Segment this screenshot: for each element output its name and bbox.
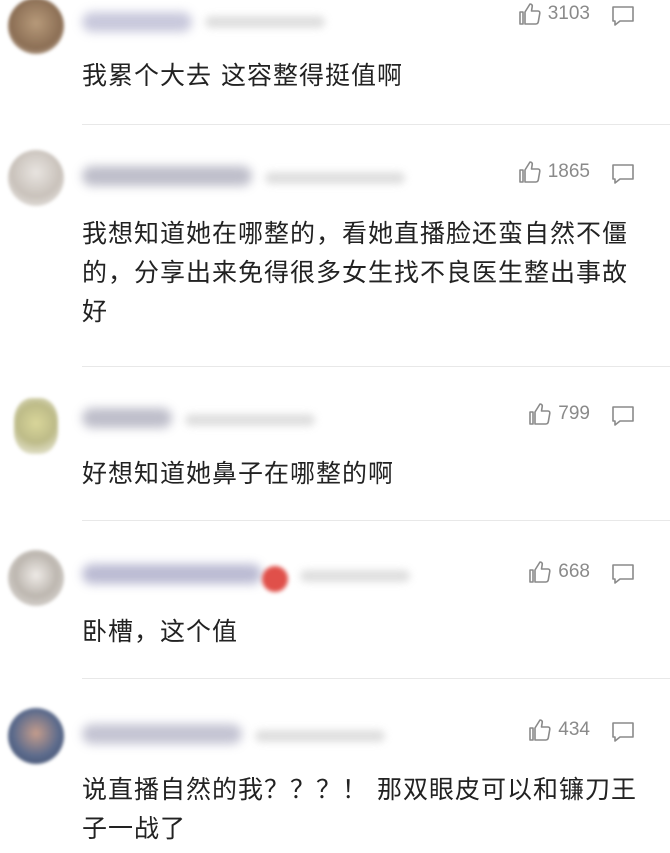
comment-list: 3103 我累个大去 这容整得挺值啊 1865 我想知道她在哪整的，看她直播脸还… xyxy=(0,0,670,853)
thumbs-up-icon xyxy=(529,561,551,583)
comment-icon[interactable] xyxy=(610,404,636,428)
username-blurred[interactable] xyxy=(82,408,172,428)
divider xyxy=(82,678,670,679)
timestamp-blurred xyxy=(205,16,325,28)
like-button[interactable]: 434 xyxy=(528,718,590,742)
timestamp-blurred xyxy=(265,172,405,184)
comment-text: 我累个大去 这容整得挺值啊 xyxy=(82,61,403,90)
thumbs-up-icon xyxy=(518,3,541,25)
like-button[interactable]: 668 xyxy=(528,560,590,584)
comment-icon[interactable] xyxy=(610,162,636,186)
avatar[interactable] xyxy=(14,398,58,454)
timestamp-blurred xyxy=(300,570,410,582)
avatar[interactable] xyxy=(8,0,64,54)
comment-icon[interactable] xyxy=(610,720,636,744)
avatar[interactable] xyxy=(8,708,64,764)
timestamp-blurred xyxy=(185,414,315,426)
like-button[interactable]: 3103 xyxy=(518,2,590,26)
username-blurred[interactable] xyxy=(82,564,262,584)
divider xyxy=(82,124,670,125)
comment-text: 我想知道她在哪整的，看她直播脸还蛮自然不僵的，分享出来免得很多女生找不良医生整出… xyxy=(82,219,629,326)
comment-icon[interactable] xyxy=(610,4,636,28)
like-button[interactable]: 799 xyxy=(528,402,590,426)
like-count: 434 xyxy=(558,719,590,740)
divider xyxy=(82,520,670,521)
comment-text: 好想知道她鼻子在哪整的啊 xyxy=(82,459,395,488)
comment-text: 卧槽，这个值 xyxy=(82,617,239,646)
thumbs-up-icon xyxy=(518,161,541,183)
thumbs-up-icon xyxy=(529,719,551,741)
like-count: 799 xyxy=(558,403,590,424)
like-count: 668 xyxy=(558,561,590,582)
username-blurred[interactable] xyxy=(82,724,242,744)
comment-icon[interactable] xyxy=(610,562,636,586)
like-button[interactable]: 1865 xyxy=(518,160,590,184)
like-count: 3103 xyxy=(547,3,590,24)
comment-text: 说直播自然的我？？？！ 那双眼皮可以和镰刀王子一战了 xyxy=(82,775,637,843)
divider xyxy=(82,366,670,367)
avatar[interactable] xyxy=(8,550,64,606)
emoji-blurred xyxy=(262,566,288,592)
thumbs-up-icon xyxy=(529,403,551,425)
username-blurred[interactable] xyxy=(82,12,192,32)
avatar[interactable] xyxy=(8,150,64,206)
username-blurred[interactable] xyxy=(82,166,252,186)
like-count: 1865 xyxy=(547,161,590,182)
timestamp-blurred xyxy=(255,730,385,742)
